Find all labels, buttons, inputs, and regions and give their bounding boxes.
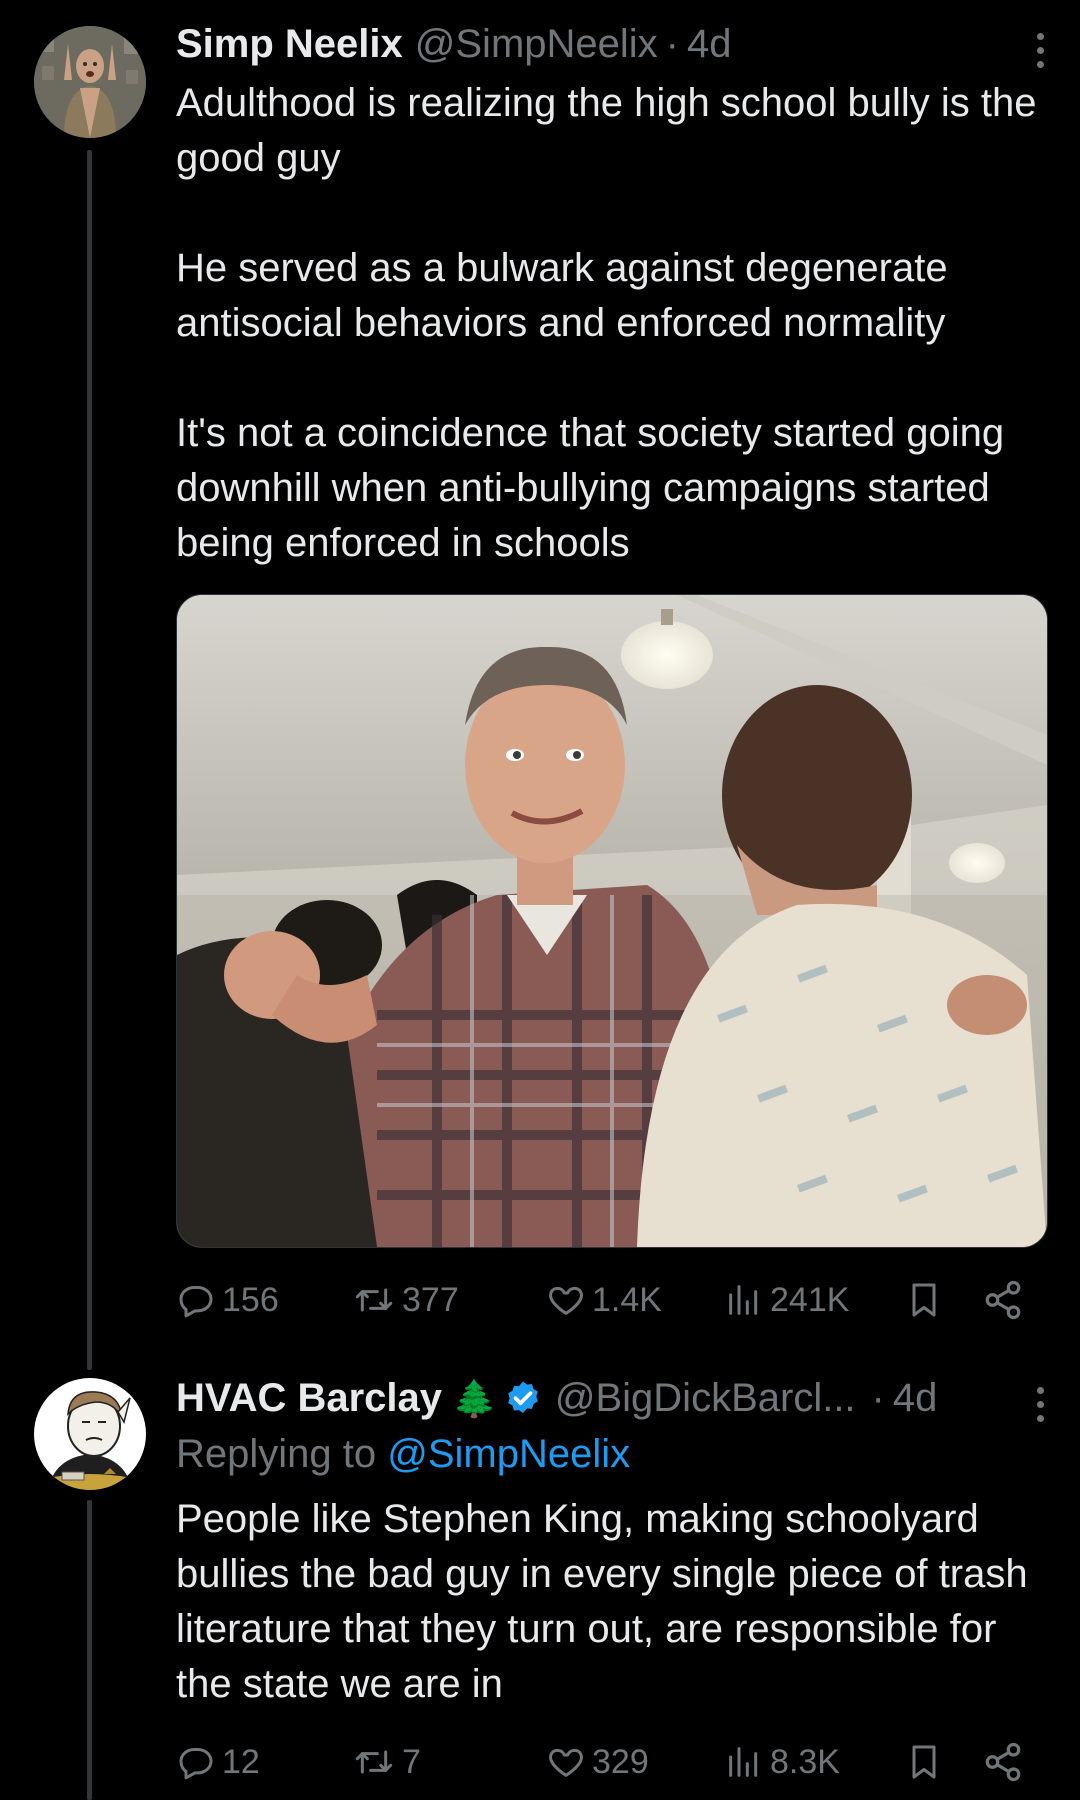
reply-button[interactable]: 12 — [176, 1738, 260, 1786]
reply-bubble-icon — [179, 1748, 213, 1780]
man-in-vest-avatar — [34, 26, 146, 138]
tweet-paragraph: Adulthood is realizing the high school b… — [176, 81, 1037, 180]
share-button[interactable] — [982, 1738, 1024, 1786]
retweet-button[interactable]: 377 — [352, 1276, 459, 1324]
share-button[interactable] — [982, 1276, 1024, 1324]
reply-count: 12 — [222, 1742, 260, 1781]
heart-icon — [549, 1748, 583, 1777]
tweet-media-photo[interactable] — [176, 594, 1048, 1248]
views-count: 241K — [770, 1280, 850, 1319]
like-button[interactable]: 329 — [546, 1738, 649, 1786]
bookmark-icon — [912, 1283, 936, 1317]
reply-button[interactable]: 156 — [176, 1276, 279, 1324]
retweet-button[interactable]: 7 — [352, 1738, 421, 1786]
views-button[interactable]: 8.3K — [724, 1738, 840, 1786]
author-name[interactable]: Simp Neelix — [176, 20, 403, 68]
retweet-icon — [355, 1288, 393, 1312]
retweet-count: 377 — [402, 1280, 459, 1319]
timestamp[interactable]: 4d — [893, 1374, 938, 1422]
retweet-count: 7 — [402, 1742, 421, 1781]
tweet-action-bar: 156 377 1.4K 241K — [176, 1276, 1062, 1324]
share-icon — [985, 1280, 1021, 1320]
bookmark-icon — [912, 1745, 936, 1779]
author-name[interactable]: HVAC Barclay — [176, 1374, 442, 1422]
views-count: 8.3K — [770, 1742, 840, 1781]
replying-to-mention-link[interactable]: @SimpNeelix — [387, 1432, 630, 1476]
reply-bubble-icon — [179, 1286, 213, 1318]
more-vertical-icon[interactable] — [1020, 1382, 1060, 1426]
bookmark-button[interactable] — [904, 1738, 944, 1786]
heart-icon — [549, 1286, 583, 1315]
separator-dot: · — [871, 1376, 885, 1420]
tree-emoji: 🌲 — [452, 1378, 497, 1419]
tweet-paragraph: People like Stephen King, making schooly… — [176, 1497, 1028, 1706]
tweet-text: People like Stephen King, making schooly… — [176, 1492, 1050, 1712]
retweet-icon — [355, 1750, 393, 1774]
author-handle[interactable]: @BigDickBarcl... — [555, 1374, 856, 1422]
verified-badge-icon[interactable] — [503, 1379, 543, 1419]
views-bar-chart-icon — [729, 1285, 758, 1315]
tweet-header: Simp Neelix @SimpNeelix · 4d — [176, 20, 1060, 68]
thread-connector-line — [87, 150, 92, 1370]
like-button[interactable]: 1.4K — [546, 1276, 662, 1324]
tweet-action-bar: 12 7 329 8.3K — [176, 1738, 1062, 1786]
photo-bully-scene — [177, 595, 1047, 1247]
more-vertical-icon[interactable] — [1020, 28, 1060, 72]
views-button[interactable]: 241K — [724, 1276, 849, 1324]
replying-to-label: Replying to — [176, 1432, 377, 1476]
like-count: 1.4K — [592, 1280, 662, 1319]
tweet-header: HVAC Barclay 🌲 @BigDickBarcl... · 4d — [176, 1374, 1060, 1423]
tweet-paragraph: It's not a coincidence that society star… — [176, 411, 1005, 565]
timestamp[interactable]: 4d — [687, 20, 732, 68]
avatar[interactable] — [34, 26, 146, 138]
like-count: 329 — [592, 1742, 649, 1781]
author-handle[interactable]: @SimpNeelix — [415, 20, 658, 68]
separator-dot: · — [665, 22, 679, 66]
thread-connector-line-bottom — [87, 1500, 92, 1800]
views-bar-chart-icon — [729, 1747, 758, 1777]
tweet-paragraph: He served as a bulwark against degenerat… — [176, 246, 948, 345]
bookmark-button[interactable] — [904, 1276, 944, 1324]
tweet-text: Adulthood is realizing the high school b… — [176, 76, 1050, 571]
reply-count: 156 — [222, 1280, 279, 1319]
replying-to-line: Replying to @SimpNeelix — [176, 1430, 630, 1478]
share-icon — [985, 1742, 1021, 1782]
avatar[interactable] — [34, 1378, 146, 1490]
starfleet-wojak-avatar — [34, 1378, 146, 1490]
